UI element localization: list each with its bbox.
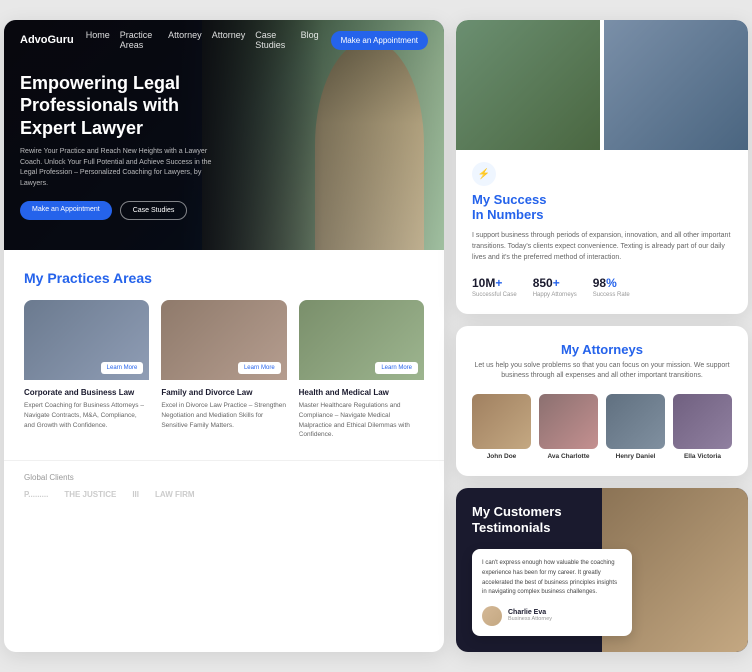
success-section: ⚡ My Success In Numbers I support busine… bbox=[456, 20, 748, 314]
nav-practice[interactable]: Practice Areas bbox=[120, 30, 158, 50]
attorneys-highlight: Attorneys bbox=[582, 342, 643, 357]
testimonials-section: My CustomersTestimonials I can't express… bbox=[456, 488, 748, 652]
practices-section: My Practices Areas Learn More Corporate … bbox=[4, 250, 444, 460]
left-panel: AdvoGuru Home Practice Areas Attorney At… bbox=[4, 20, 444, 652]
clients-label: Global Clients bbox=[24, 473, 424, 482]
stat-success-rate: 98% Success Rate bbox=[593, 276, 630, 298]
testimonials-author: Charlie Eva Business Attorney bbox=[482, 606, 622, 626]
practices-grid: Learn More Corporate and Business Law Ex… bbox=[24, 300, 424, 440]
attorneys-section: My Attorneys Let us help you solve probl… bbox=[456, 326, 748, 476]
stat-attorneys-value: 850+ bbox=[533, 276, 577, 290]
clients-logos: P......... THE JUSTICE III LAW FIRM bbox=[24, 490, 424, 499]
success-img-top-left bbox=[456, 20, 600, 150]
practice-title-family: Family and Divorce Law bbox=[161, 388, 286, 397]
success-heading-highlight: Success bbox=[494, 192, 547, 207]
navbar: AdvoGuru Home Practice Areas Attorney At… bbox=[4, 20, 444, 60]
hero-case-studies-button[interactable]: Case Studies bbox=[120, 201, 188, 220]
attorney-card-3: Ella Victoria bbox=[673, 394, 732, 460]
practice-img-family: Learn More bbox=[161, 300, 286, 380]
practice-learn-more-corporate[interactable]: Learn More bbox=[101, 362, 144, 374]
hero-appointment-button[interactable]: Make an Appointment bbox=[20, 201, 112, 220]
success-images bbox=[456, 20, 748, 150]
client-logo-3: LAW FIRM bbox=[155, 490, 195, 499]
client-logo-0: P......... bbox=[24, 490, 48, 499]
attorney-name-3: Ella Victoria bbox=[673, 453, 732, 460]
clients-section: Global Clients P......... THE JUSTICE II… bbox=[4, 460, 444, 511]
practice-card-corporate: Learn More Corporate and Business Law Ex… bbox=[24, 300, 149, 440]
practice-title-health: Health and Medical Law bbox=[299, 388, 424, 397]
attorney-name-2: Henry Daniel bbox=[606, 453, 665, 460]
testimonials-content: My CustomersTestimonials I can't express… bbox=[472, 504, 732, 636]
stat-success-rate-label: Success Rate bbox=[593, 292, 630, 298]
attorneys-grid: John Doe Ava Charlotte Henry Daniel Ella… bbox=[472, 394, 732, 460]
attorney-card-0: John Doe bbox=[472, 394, 531, 460]
attorney-photo-1 bbox=[539, 394, 598, 449]
right-panel: ⚡ My Success In Numbers I support busine… bbox=[456, 20, 748, 652]
nav-attorney1[interactable]: Attorney bbox=[168, 30, 202, 50]
practices-title: My Practices Areas bbox=[24, 270, 424, 286]
attorneys-desc: Let us help you solve problems so that y… bbox=[472, 361, 732, 382]
nav-attorney2[interactable]: Attorney bbox=[212, 30, 246, 50]
stat-attorneys-label: Happy Attorneys bbox=[533, 292, 577, 298]
success-desc: I support business through periods of ex… bbox=[472, 230, 732, 264]
author-name: Charlie Eva bbox=[508, 609, 552, 616]
client-logo-1: THE JUSTICE bbox=[64, 490, 116, 499]
stat-success-rate-value: 98% bbox=[593, 276, 630, 290]
success-heading-prefix: My bbox=[472, 192, 494, 207]
testimonials-title: My CustomersTestimonials bbox=[472, 504, 602, 538]
nav-case-studies[interactable]: Case Studies bbox=[255, 30, 290, 50]
author-role: Business Attorney bbox=[508, 616, 552, 622]
nav-home[interactable]: Home bbox=[86, 30, 110, 50]
hero-buttons: Make an Appointment Case Studies bbox=[20, 201, 220, 220]
practice-desc-family: Excel in Divorce Law Practice – Strength… bbox=[161, 401, 286, 430]
stat-attorneys: 850+ Happy Attorneys bbox=[533, 276, 577, 298]
hero-section: AdvoGuru Home Practice Areas Attorney At… bbox=[4, 20, 444, 250]
practice-learn-more-health[interactable]: Learn More bbox=[375, 362, 418, 374]
success-icon: ⚡ bbox=[472, 162, 496, 186]
practices-title-highlight: Practices Areas bbox=[47, 270, 152, 286]
attorneys-title: My Attorneys bbox=[472, 342, 732, 357]
attorney-card-1: Ava Charlotte bbox=[539, 394, 598, 460]
practice-title-corporate: Corporate and Business Law bbox=[24, 388, 149, 397]
success-heading: My Success In Numbers bbox=[472, 192, 732, 222]
attorney-photo-0 bbox=[472, 394, 531, 449]
stat-cases: 10M+ Successful Case bbox=[472, 276, 517, 298]
nav-logo: AdvoGuru bbox=[20, 34, 74, 46]
nav-blog[interactable]: Blog bbox=[301, 30, 319, 50]
stat-cases-value: 10M+ bbox=[472, 276, 517, 290]
practices-title-prefix: My bbox=[24, 270, 47, 286]
author-info: Charlie Eva Business Attorney bbox=[508, 609, 552, 622]
practice-learn-more-family[interactable]: Learn More bbox=[238, 362, 281, 374]
author-avatar bbox=[482, 606, 502, 626]
nav-cta-button[interactable]: Make an Appointment bbox=[331, 31, 428, 50]
hero-subtitle: Rewire Your Practice and Reach New Heigh… bbox=[20, 147, 220, 189]
practice-card-family: Learn More Family and Divorce Law Excel … bbox=[161, 300, 286, 440]
practice-desc-corporate: Expert Coaching for Business Attorneys –… bbox=[24, 401, 149, 430]
success-stats: 10M+ Successful Case 850+ Happy Attorney… bbox=[472, 276, 732, 298]
attorneys-header: My Attorneys bbox=[472, 342, 732, 357]
hero-title: Empowering LegalProfessionals withExpert… bbox=[20, 72, 220, 140]
testimonials-bubble: I can't express enough how valuable the … bbox=[472, 549, 632, 635]
success-img-top-right bbox=[604, 20, 748, 150]
practice-card-health: Learn More Health and Medical Law Master… bbox=[299, 300, 424, 440]
practice-img-corporate: Learn More bbox=[24, 300, 149, 380]
nav-links: Home Practice Areas Attorney Attorney Ca… bbox=[86, 30, 319, 50]
practice-desc-health: Master Healthcare Regulations and Compli… bbox=[299, 401, 424, 440]
testimonials-text: I can't express enough how valuable the … bbox=[482, 559, 622, 597]
attorney-name-0: John Doe bbox=[472, 453, 531, 460]
client-logo-2: III bbox=[132, 490, 139, 499]
stat-cases-label: Successful Case bbox=[472, 292, 517, 298]
success-content: ⚡ My Success In Numbers I support busine… bbox=[456, 162, 748, 298]
attorney-photo-3 bbox=[673, 394, 732, 449]
attorney-name-1: Ava Charlotte bbox=[539, 453, 598, 460]
attorney-photo-2 bbox=[606, 394, 665, 449]
hero-content: Empowering LegalProfessionals withExpert… bbox=[20, 72, 220, 221]
practice-img-health: Learn More bbox=[299, 300, 424, 380]
attorney-card-2: Henry Daniel bbox=[606, 394, 665, 460]
attorneys-prefix: My bbox=[561, 342, 582, 357]
success-heading-suffix: In Numbers bbox=[472, 207, 544, 222]
